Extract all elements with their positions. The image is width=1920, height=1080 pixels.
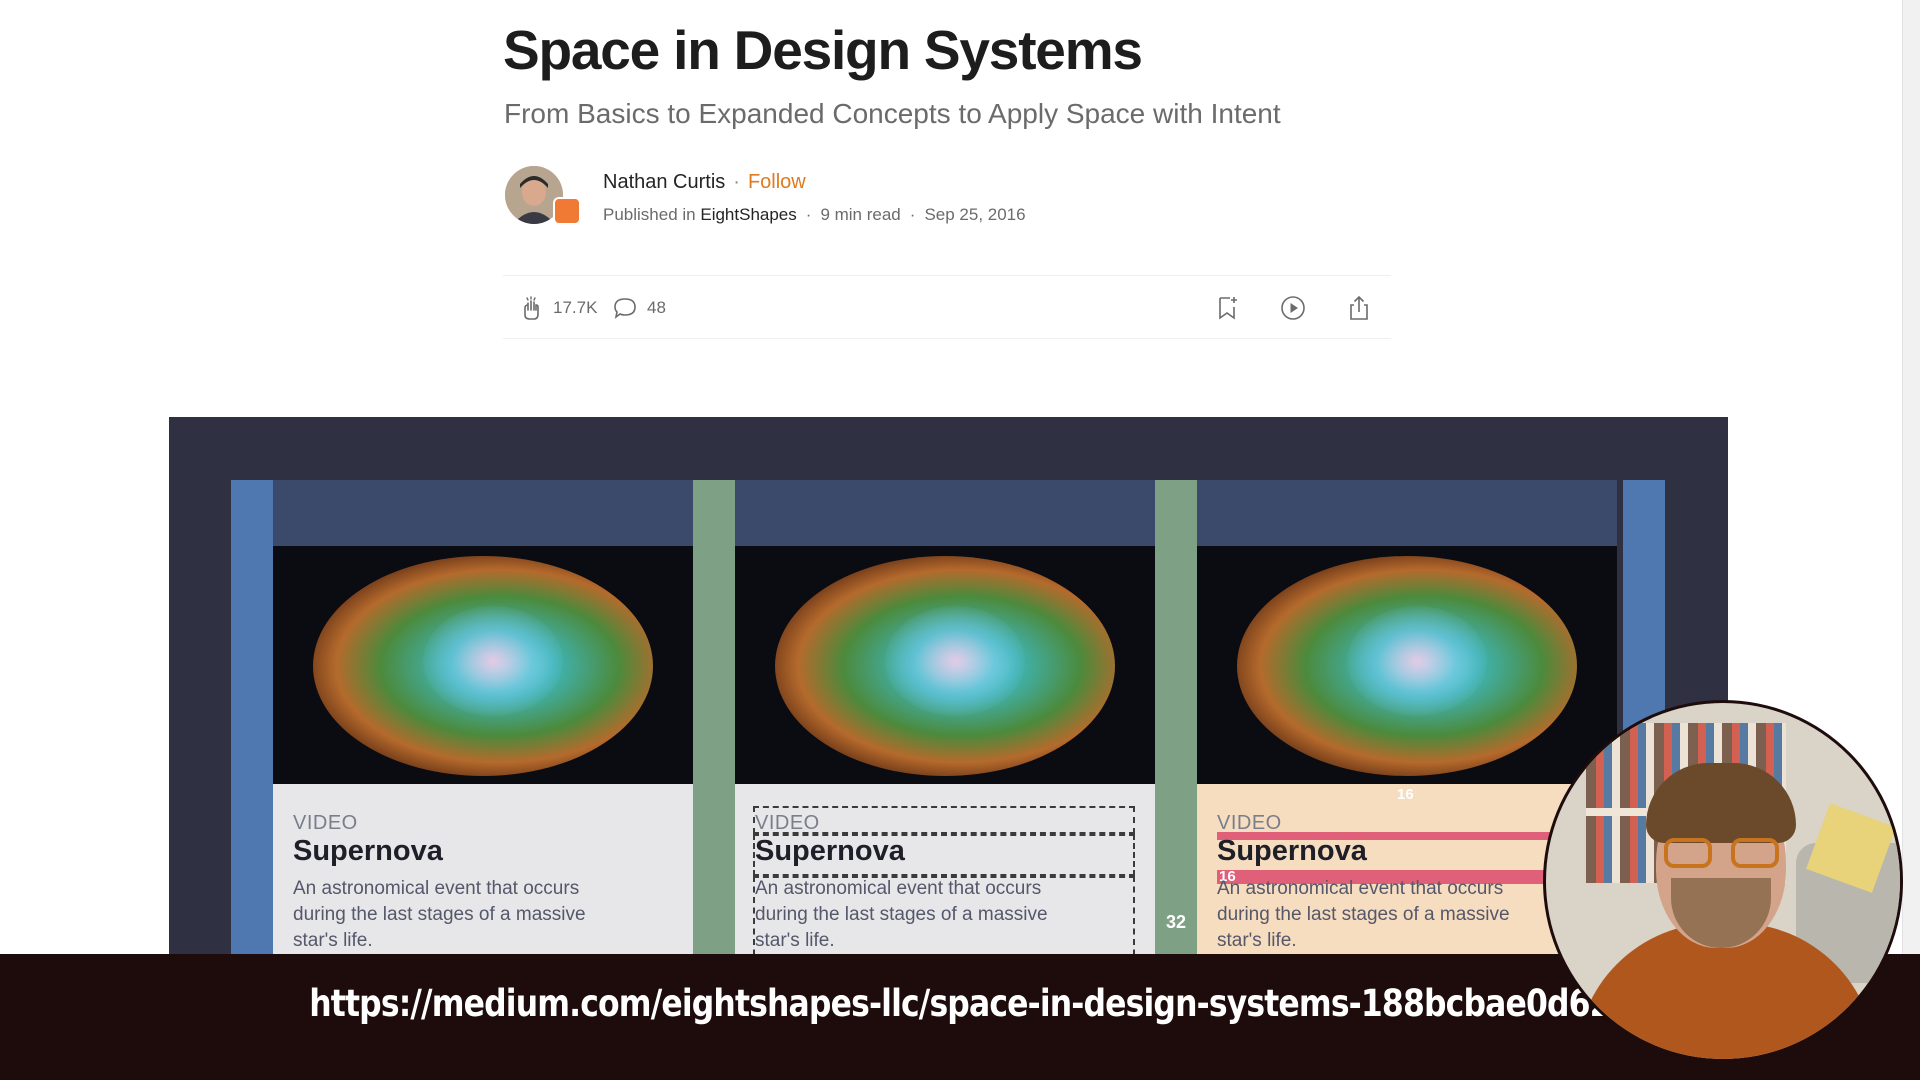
separator-dot: · — [733, 171, 740, 193]
inner-gutter: 32 — [1155, 480, 1197, 954]
read-time: 9 min read — [820, 205, 901, 224]
card-description: An astronomical event that occurs during… — [1217, 878, 1510, 951]
listen-button[interactable] — [1279, 294, 1307, 322]
comment-icon — [614, 298, 636, 319]
article-url-caption: https://medium.com/eightshapes-llc/space… — [309, 982, 1611, 1025]
author-name[interactable]: Nathan Curtis — [603, 171, 725, 193]
card-dashed-outlines: VIDEO Supernova An astronomical event th… — [735, 480, 1155, 954]
card-title: Supernova — [1217, 835, 1367, 867]
bookmark-add-icon — [1219, 297, 1237, 320]
share-button[interactable] — [1345, 294, 1373, 322]
publication-badge-icon[interactable] — [553, 197, 581, 225]
separator-dot: · — [909, 205, 916, 224]
inner-gutter — [693, 480, 735, 954]
publish-date: Sep 25, 2016 — [924, 205, 1026, 224]
share-icon — [1350, 295, 1368, 320]
card-kicker: VIDEO — [293, 812, 358, 834]
clap-icon — [524, 296, 539, 320]
author-row: Nathan Curtis · Follow — [603, 171, 806, 194]
card-description: An astronomical event that occurs during… — [293, 878, 586, 951]
comment-button[interactable]: 48 — [611, 294, 666, 322]
card-body: VIDEO Supernova An astronomical event th… — [273, 784, 693, 954]
play-icon — [1281, 296, 1305, 320]
outer-gutter-left — [231, 480, 273, 954]
card-body: VIDEO Supernova An astronomical event th… — [735, 784, 1155, 954]
kicker-outline — [753, 806, 1135, 834]
clap-count: 17.7K — [553, 298, 598, 317]
presenter-webcam — [1543, 700, 1903, 1062]
follow-button[interactable]: Follow — [748, 171, 806, 193]
scrollbar[interactable] — [1902, 0, 1920, 954]
card-header — [735, 480, 1155, 546]
supernova-image — [273, 546, 693, 784]
glasses-icon — [1664, 838, 1779, 868]
card-title: Supernova — [293, 835, 443, 867]
card-kicker: VIDEO — [1217, 812, 1282, 834]
article-figure: VIDEO Supernova An astronomical event th… — [169, 417, 1728, 954]
clap-button[interactable]: 17.7K — [517, 294, 597, 322]
supernova-image — [1197, 546, 1617, 784]
card-header — [1197, 480, 1617, 546]
separator-dot: · — [805, 205, 812, 224]
supernova-image — [735, 546, 1155, 784]
article-meta: Published in EightShapes · 9 min read · Sep … — [603, 205, 1026, 225]
title-outline — [753, 834, 1135, 876]
article-subtitle: From Basics to Expanded Concepts to Appl… — [504, 98, 1281, 129]
card-plain: VIDEO Supernova An astronomical event th… — [273, 480, 693, 954]
article-title: Space in Design Systems — [503, 19, 1143, 81]
comment-count: 48 — [647, 298, 666, 317]
publication-link[interactable]: EightShapes — [700, 205, 796, 224]
gutter-measure-label: 32 — [1165, 912, 1187, 932]
padding-measure-label: 16 — [1397, 786, 1414, 803]
description-outline — [753, 876, 1135, 954]
article-action-bar: 17.7K 48 — [503, 275, 1391, 339]
bookmark-button[interactable] — [1213, 294, 1241, 322]
card-header — [273, 480, 693, 546]
published-in-label: Published in — [603, 205, 696, 224]
